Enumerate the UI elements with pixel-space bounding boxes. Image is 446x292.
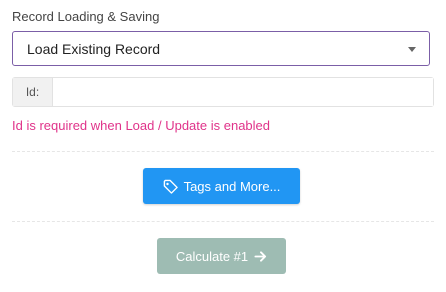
tags-and-more-button[interactable]: Tags and More...: [143, 168, 300, 204]
caret-down-icon: [408, 47, 416, 52]
section-divider: [12, 151, 434, 152]
id-required-error: Id is required when Load / Update is ena…: [12, 118, 271, 133]
arrow-right-icon: [254, 250, 267, 263]
id-field-label: Id:: [13, 78, 53, 106]
calculate-label: Calculate #1: [175, 248, 249, 264]
id-field-group: Id:: [12, 77, 434, 107]
calculate-button[interactable]: Calculate #1: [157, 238, 286, 274]
section-divider: [12, 221, 434, 222]
tags-and-more-label: Tags and More...: [183, 178, 281, 194]
id-input[interactable]: [53, 78, 433, 106]
tag-icon: [163, 179, 178, 194]
record-section-label: Record Loading & Saving: [12, 9, 160, 24]
load-mode-selected-value: Load Existing Record: [27, 41, 161, 57]
load-mode-select[interactable]: Load Existing Record: [12, 31, 430, 66]
